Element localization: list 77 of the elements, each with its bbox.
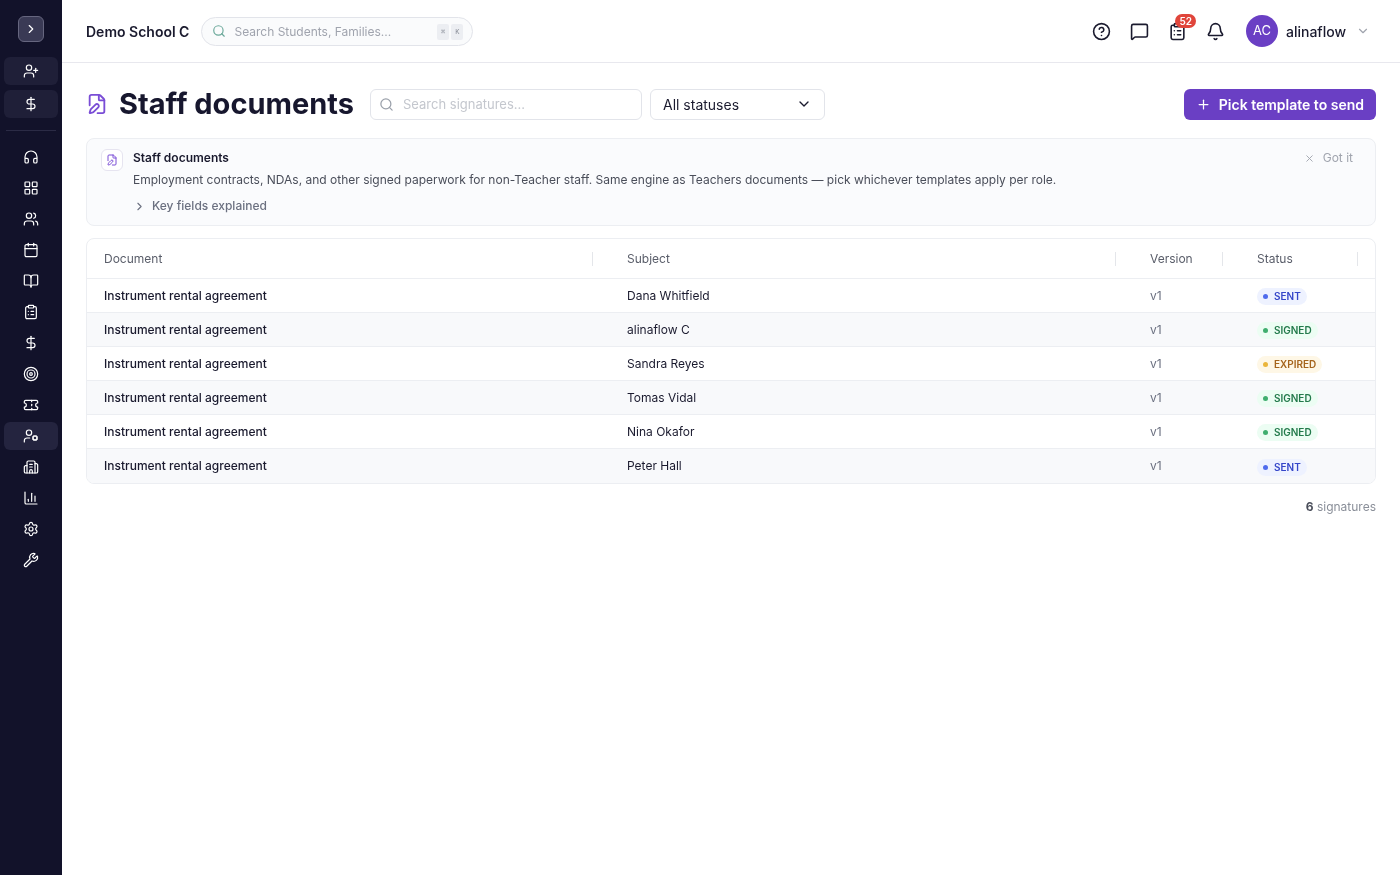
user-menu[interactable]: AC alinaflow — [1245, 15, 1370, 47]
user-name: alinaflow — [1285, 21, 1346, 42]
page-title: Staff documents — [119, 85, 354, 124]
column-header: Document — [104, 249, 163, 268]
signature-count: 6 signatures — [1305, 498, 1376, 516]
status-filter-dropdown[interactable]: All statuses — [649, 88, 825, 120]
target-icon — [23, 366, 39, 382]
building-icon — [23, 459, 39, 475]
document-edit-icon — [86, 93, 108, 115]
user-avatar: AC — [1245, 15, 1278, 47]
help-icon — [1091, 21, 1111, 41]
version-cell-text: v1 — [1149, 422, 1163, 441]
dollar-icon — [23, 335, 39, 351]
dollar-icon — [23, 96, 39, 112]
column-header: Subject — [627, 249, 670, 268]
document-cell-text: Instrument rental agreement — [103, 286, 268, 305]
sidebar-item[interactable] — [4, 422, 58, 450]
ticket-icon — [23, 397, 39, 413]
bell-icon — [1205, 21, 1225, 41]
document-cell-text: Instrument rental agreement — [103, 422, 268, 441]
close-icon — [1303, 152, 1315, 164]
chat-icon — [1129, 21, 1149, 41]
calendar-icon — [23, 242, 39, 258]
headset-icon — [23, 149, 39, 165]
tasks-button[interactable]: 52 — [1167, 13, 1196, 49]
signature-search-field[interactable]: Search signatures... — [369, 88, 642, 120]
table-row[interactable]: Instrument rental agreement Tomas Vidal v1 SIGNED — [87, 381, 1375, 415]
status-badge: SIGNED — [1257, 322, 1318, 339]
count-badge: 52 — [1175, 13, 1196, 28]
plus-icon — [1195, 96, 1211, 112]
status-badge: EXPIRED — [1257, 356, 1323, 373]
subject-cell-text: alinaflow C — [626, 320, 691, 339]
version-cell-text: v1 — [1149, 457, 1163, 475]
status-badge: SENT — [1257, 288, 1307, 305]
info-description: Employment contracts, NDAs, and other signed paperwork for non-Teacher staff. Same engine as Teachers documents — pick whichever templates apply per role. — [133, 171, 1058, 189]
status-badge: SENT — [1257, 458, 1307, 476]
version-cell-text: v1 — [1149, 320, 1163, 339]
document-cell-text: Instrument rental agreement — [103, 457, 268, 475]
key-fields-expander[interactable]: Key fields explained — [133, 197, 267, 215]
version-cell-text: v1 — [1149, 286, 1163, 305]
column-header: Status — [1257, 249, 1293, 268]
table-row[interactable]: Instrument rental agreement Peter Hall v1 SENT — [87, 449, 1375, 483]
document-cell-text: Instrument rental agreement — [103, 354, 268, 373]
document-cell-text: Instrument rental agreement — [103, 320, 268, 339]
wrench-icon — [23, 552, 39, 568]
table-row[interactable]: Instrument rental agreement alinaflow C v1 SIGNED — [87, 313, 1375, 347]
user-plus-icon — [23, 63, 39, 79]
search-icon — [212, 23, 227, 38]
column-header: Version — [1150, 249, 1193, 268]
settings-icon — [23, 521, 39, 537]
users-icon — [23, 211, 39, 227]
clipboard-icon — [23, 304, 39, 320]
subject-cell-text: Sandra Reyes — [626, 354, 706, 373]
status-badge: SIGNED — [1257, 424, 1318, 441]
version-cell-text: v1 — [1149, 354, 1163, 373]
notifications-button[interactable] — [1205, 21, 1225, 41]
subject-cell-text: Dana Whitfield — [626, 286, 711, 305]
version-cell-text: v1 — [1149, 388, 1163, 407]
messages-button[interactable] — [1129, 21, 1149, 41]
user-gear-icon — [23, 428, 39, 444]
search-icon — [378, 96, 394, 112]
sidebar-item[interactable] — [4, 90, 58, 118]
subject-cell-text: Nina Okafor — [626, 422, 696, 441]
status-badge: SIGNED — [1257, 390, 1318, 407]
bar-chart-icon — [23, 490, 39, 506]
document-cell-text: Instrument rental agreement — [103, 388, 268, 407]
info-title: Staff documents — [133, 149, 229, 167]
document-edit-icon — [101, 149, 123, 171]
book-icon — [23, 273, 39, 289]
sidebar-item[interactable] — [4, 57, 58, 85]
grid-icon — [23, 180, 39, 196]
expand-sidebar-button[interactable] — [18, 16, 44, 42]
school-name: Demo School C — [86, 21, 190, 42]
subject-cell-text: Tomas Vidal — [626, 388, 698, 407]
help-button[interactable] — [1091, 21, 1111, 41]
pick-template-button[interactable]: Pick template to send — [1183, 88, 1376, 120]
subject-cell-text: Peter Hall — [626, 457, 683, 475]
